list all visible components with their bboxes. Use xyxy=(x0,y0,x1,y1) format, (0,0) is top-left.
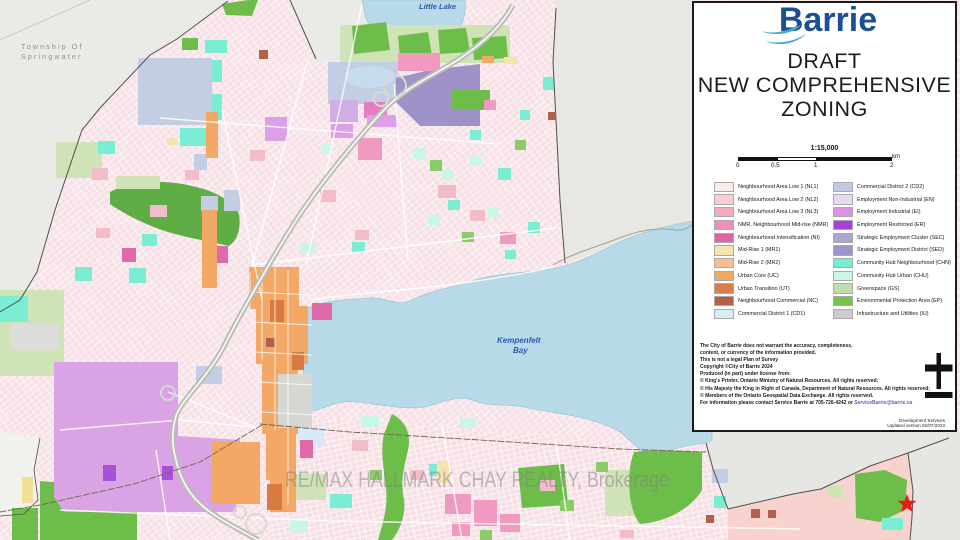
svg-text:Little Lake: Little Lake xyxy=(419,2,456,11)
svg-text:Kempenfelt: Kempenfelt xyxy=(497,336,541,345)
svg-text:Township Of: Township Of xyxy=(21,42,84,51)
svg-text:Bay: Bay xyxy=(513,346,528,355)
svg-text:Springwater: Springwater xyxy=(21,52,82,61)
svg-text:Barrie: Barrie xyxy=(778,2,876,39)
